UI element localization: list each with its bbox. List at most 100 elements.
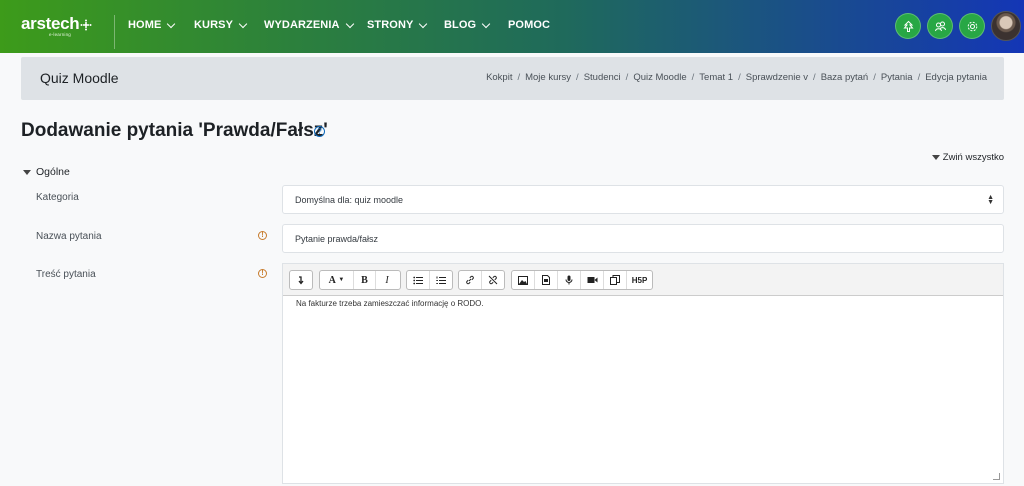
font-style-label: A xyxy=(328,274,336,286)
course-title[interactable]: Quiz Moodle xyxy=(40,70,119,86)
insert-h5p-button[interactable]: H5P xyxy=(627,271,652,289)
user-avatar[interactable] xyxy=(991,11,1021,41)
help-icon[interactable]: ? xyxy=(314,126,325,137)
unlink-button[interactable] xyxy=(482,271,504,289)
image-icon xyxy=(518,275,528,285)
required-icon[interactable]: ! xyxy=(258,269,267,278)
chevron-down-icon xyxy=(481,19,491,28)
nav-divider xyxy=(114,15,115,49)
breadcrumb-item[interactable]: Quiz Moodle xyxy=(633,72,686,83)
category-selected-value: Domyślna dla: quiz moodle xyxy=(295,195,404,205)
select-arrows-icon: ▲ ▼ xyxy=(987,194,994,206)
nav-item-label: KURSY xyxy=(194,19,234,31)
italic-label: I xyxy=(385,274,389,286)
nav-item-kursy[interactable]: KURSY xyxy=(194,19,248,31)
breadcrumb-separator: / xyxy=(625,72,629,83)
bullet-list-icon xyxy=(413,276,423,284)
required-icon[interactable]: ! xyxy=(258,231,267,240)
record-audio-button[interactable] xyxy=(558,271,581,289)
breadcrumb-separator: / xyxy=(917,72,921,83)
nav-item-blog[interactable]: BLOG xyxy=(444,19,491,31)
section-toggle-general[interactable]: Ogólne xyxy=(23,166,70,178)
editor-toolbar: A ▼ B I H5P xyxy=(283,264,1003,296)
insert-image-button[interactable] xyxy=(512,271,535,289)
chevron-down-icon xyxy=(419,19,428,28)
breadcrumb-item[interactable]: Temat 1 xyxy=(699,72,733,83)
record-video-button[interactable] xyxy=(581,271,604,289)
breadcrumb-item[interactable]: Pytania xyxy=(881,72,913,83)
chevron-down-icon xyxy=(167,19,176,28)
breadcrumb-separator: / xyxy=(738,72,741,83)
breadcrumb-item[interactable]: Baza pytań xyxy=(821,72,869,83)
nav-item-pomoc[interactable]: POMOC xyxy=(508,19,550,31)
caret-down-icon xyxy=(931,155,940,160)
toolbar-group-media: H5P xyxy=(511,270,653,290)
nav-item-label: BLOG xyxy=(444,19,477,31)
users-icon xyxy=(934,21,946,31)
breadcrumb-item[interactable]: Kokpit xyxy=(486,72,512,83)
users-button[interactable] xyxy=(927,13,953,39)
unlink-icon xyxy=(488,275,498,285)
insert-media-button[interactable] xyxy=(535,271,558,289)
tree-button[interactable] xyxy=(895,13,921,39)
breadcrumb-item[interactable]: Moje kursy xyxy=(525,72,571,83)
nav-item-label: HOME xyxy=(128,19,162,31)
dropdown-caret-icon: ▼ xyxy=(338,277,345,283)
chevron-down-icon xyxy=(345,19,354,28)
file-media-icon xyxy=(542,275,550,285)
question-text-editor[interactable]: A ▼ B I H5P Na fakturze trzeba zamieszcz… xyxy=(282,263,1004,484)
bold-button[interactable]: B xyxy=(354,271,376,289)
microphone-icon xyxy=(565,275,573,285)
breadcrumb-item[interactable]: Sprawdzenie v xyxy=(746,72,808,83)
bold-label: B xyxy=(361,274,368,286)
page-title: Dodawanie pytania 'Prawda/Fałsz' xyxy=(21,120,328,141)
unordered-list-button[interactable] xyxy=(407,271,430,289)
collapse-all-link[interactable]: Zwiń wszystko xyxy=(931,152,1004,163)
page-header: Quiz Moodle Kokpit / Moje kursy / Studenci… xyxy=(21,57,1004,100)
nav-item-home[interactable]: HOME xyxy=(128,19,176,31)
resize-handle-icon[interactable] xyxy=(993,473,1000,480)
manage-files-button[interactable] xyxy=(604,271,627,289)
logo-dots-icon xyxy=(80,19,92,31)
question-name-label: Nazwa pytania xyxy=(36,231,102,242)
breadcrumb-item[interactable]: Edycja pytania xyxy=(925,72,987,83)
h5p-icon: H5P xyxy=(631,275,648,285)
editor-content[interactable]: Na fakturze trzeba zamieszczać informacj… xyxy=(296,299,484,308)
site-logo[interactable]: arstech e-learning xyxy=(21,15,95,39)
toolbar-group-links xyxy=(458,270,505,290)
category-select[interactable]: Domyślna dla: quiz moodle ▲ ▼ xyxy=(282,185,1004,214)
toolbar-group-collapse xyxy=(289,270,313,290)
caret-down-icon xyxy=(23,169,31,175)
copy-files-icon xyxy=(610,275,620,285)
chevron-down-icon xyxy=(238,19,248,28)
collapse-all-label: Zwiń wszystko xyxy=(942,152,1004,163)
breadcrumb: Kokpit / Moje kursy / Studenci / Quiz Moodl… xyxy=(486,72,987,83)
nav-item-wydarzenia[interactable]: WYDARZENIA xyxy=(264,19,354,31)
logo-subtitle: e-learning xyxy=(49,32,72,37)
numbered-list-icon xyxy=(436,276,446,284)
toolbar-group-lists xyxy=(406,270,453,290)
logo-text: arstech xyxy=(21,14,80,33)
question-name-value: Pytanie prawda/fałsz xyxy=(295,234,379,244)
section-title-label: Ogólne xyxy=(36,166,70,178)
font-style-button[interactable]: A ▼ xyxy=(320,271,354,289)
toolbar-group-format: A ▼ B I xyxy=(319,270,401,290)
breadcrumb-item[interactable]: Studenci xyxy=(584,72,621,83)
expand-toolbar-button[interactable] xyxy=(290,271,312,289)
nav-item-strony[interactable]: STRONY xyxy=(367,19,428,31)
expand-arrow-icon xyxy=(297,275,304,285)
question-name-input[interactable]: Pytanie prawda/fałsz xyxy=(282,224,1004,253)
top-navbar: arstech e-learning HOME KURSY WYDARZENIA… xyxy=(0,0,1024,53)
link-icon xyxy=(465,275,474,285)
link-button[interactable] xyxy=(459,271,482,289)
tree-icon xyxy=(902,20,914,32)
nav-item-label: POMOC xyxy=(508,19,551,31)
category-label: Kategoria xyxy=(36,192,79,203)
nav-item-label: WYDARZENIA xyxy=(264,19,340,31)
video-camera-icon xyxy=(587,277,597,283)
ordered-list-button[interactable] xyxy=(430,271,452,289)
italic-button[interactable]: I xyxy=(376,271,398,289)
gear-icon xyxy=(967,21,977,31)
breadcrumb-separator: / xyxy=(873,72,876,83)
settings-button[interactable] xyxy=(959,13,985,39)
